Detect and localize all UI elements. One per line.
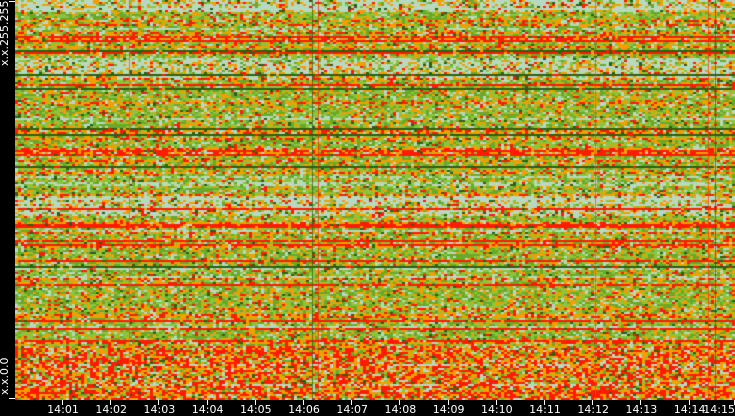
x-tick-label: 14:09 xyxy=(432,403,465,416)
x-tick-label: 14:10 xyxy=(480,403,513,416)
x-tick-label: 14:12 xyxy=(577,403,610,416)
x-tick-label: 14:04 xyxy=(191,403,224,416)
x-tick-label: 14:14 xyxy=(673,403,706,416)
x-tick-label: 14:13 xyxy=(625,403,658,416)
x-tick-label: 14:03 xyxy=(143,403,176,416)
x-tick-label: 14:15 xyxy=(703,403,735,416)
x-tick-label: 14:07 xyxy=(336,403,369,416)
x-tick-label: 14:08 xyxy=(384,403,417,416)
x-tick-label: 14:06 xyxy=(288,403,320,416)
y-tick-bottom xyxy=(9,398,15,399)
y-label-top: x.x.255.255 xyxy=(0,0,11,66)
x-tick-label: 14:11 xyxy=(529,403,561,416)
x-tick-label: 14:01 xyxy=(47,403,79,416)
x-tick-label: 14:05 xyxy=(239,403,272,416)
y-label-bottom: x.x.0.0 xyxy=(0,357,11,395)
x-tick-label: 14:02 xyxy=(95,403,128,416)
heatmap-canvas xyxy=(15,0,735,400)
